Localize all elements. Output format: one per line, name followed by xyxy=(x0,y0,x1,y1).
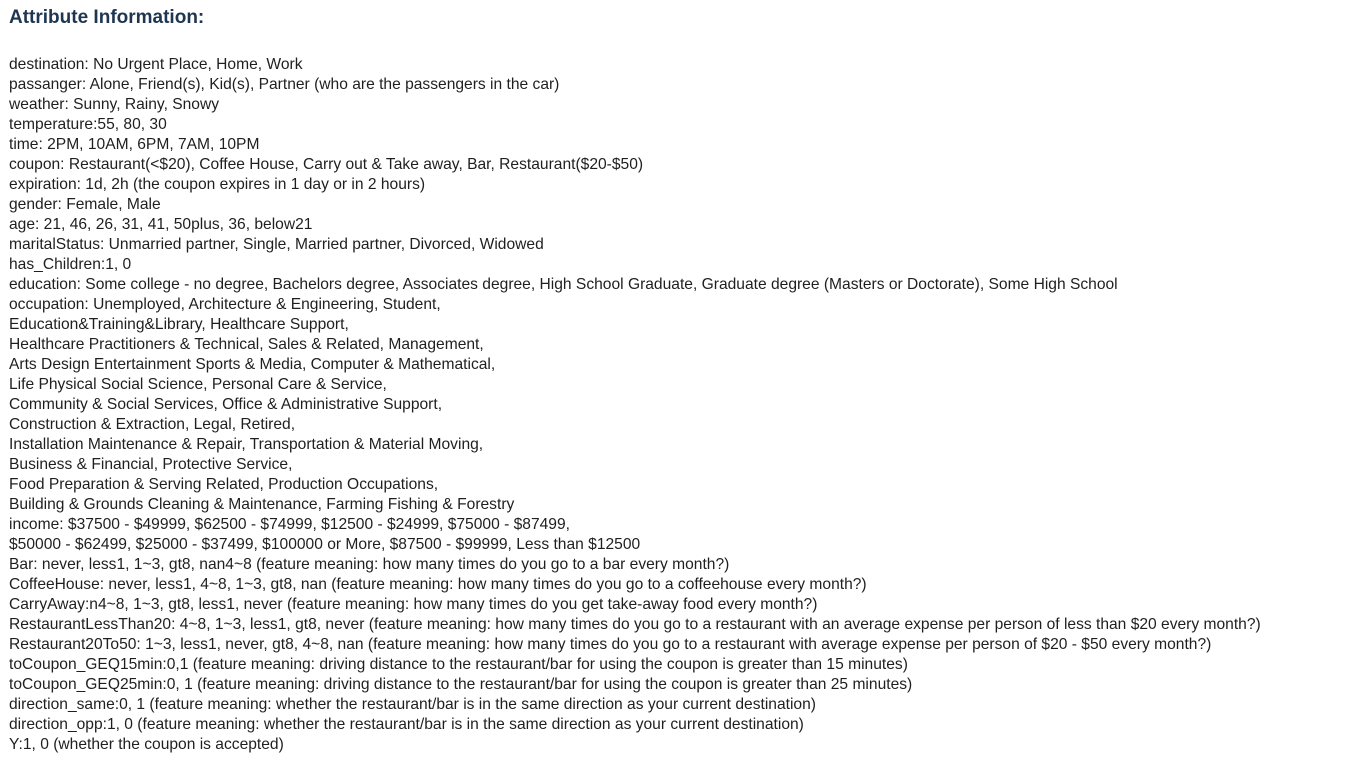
attribute-line: direction_opp:1, 0 (feature meaning: whe… xyxy=(9,716,804,733)
attribute-line: gender: Female, Male xyxy=(9,196,161,213)
attribute-line: time: 2PM, 10AM, 6PM, 7AM, 10PM xyxy=(9,136,260,153)
attribute-line: weather: Sunny, Rainy, Snowy xyxy=(9,96,220,113)
attribute-line: Food Preparation & Serving Related, Prod… xyxy=(9,476,439,493)
attribute-line: Installation Maintenance & Repair, Trans… xyxy=(9,436,484,453)
attribute-line: toCoupon_GEQ25min:0, 1 (feature meaning:… xyxy=(9,676,913,693)
attribute-line: passanger: Alone, Friend(s), Kid(s), Par… xyxy=(9,76,560,93)
attribute-line: toCoupon_GEQ15min:0,1 (feature meaning: … xyxy=(9,656,908,673)
attribute-line: RestaurantLessThan20: 4~8, 1~3, less1, g… xyxy=(9,616,1261,633)
attribute-line: Community & Social Services, Office & Ad… xyxy=(9,396,443,413)
attribute-line: Life Physical Social Science, Personal C… xyxy=(9,376,387,393)
attribute-line: expiration: 1d, 2h (the coupon expires i… xyxy=(9,176,426,193)
attribute-information-section: Attribute Information: destination: No U… xyxy=(9,6,1370,755)
attribute-line: CarryAway:n4~8, 1~3, gt8, less1, never (… xyxy=(9,596,818,613)
attribute-line: temperature:55, 80, 30 xyxy=(9,116,167,133)
attribute-line: education: Some college - no degree, Bac… xyxy=(9,276,1118,293)
attribute-line: maritalStatus: Unmarried partner, Single… xyxy=(9,236,544,253)
attribute-line: coupon: Restaurant(<$20), Coffee House, … xyxy=(9,156,644,173)
attribute-line: Healthcare Practitioners & Technical, Sa… xyxy=(9,336,484,353)
attribute-line: Education&Training&Library, Healthcare S… xyxy=(9,316,349,333)
attribute-list: destination: No Urgent Place, Home, Work… xyxy=(9,55,1370,755)
attribute-line: CoffeeHouse: never, less1, 4~8, 1~3, gt8… xyxy=(9,576,867,593)
attribute-line: Building & Grounds Cleaning & Maintenanc… xyxy=(9,496,515,513)
attribute-line: Construction & Extraction, Legal, Retire… xyxy=(9,416,296,433)
attribute-line: Restaurant20To50: 1~3, less1, never, gt8… xyxy=(9,636,1212,653)
attribute-line: destination: No Urgent Place, Home, Work xyxy=(9,56,303,73)
attribute-line: direction_same:0, 1 (feature meaning: wh… xyxy=(9,696,816,713)
attribute-line: occupation: Unemployed, Architecture & E… xyxy=(9,296,441,313)
attribute-line: Arts Design Entertainment Sports & Media… xyxy=(9,356,496,373)
section-heading: Attribute Information: xyxy=(9,7,205,28)
attribute-line: age: 21, 46, 26, 31, 41, 50plus, 36, bel… xyxy=(9,216,313,233)
attribute-line: income: $37500 - $49999, $62500 - $74999… xyxy=(9,516,570,533)
attribute-line: has_Children:1, 0 xyxy=(9,256,132,273)
attribute-line: Y:1, 0 (whether the coupon is accepted) xyxy=(9,736,284,753)
attribute-line: Bar: never, less1, 1~3, gt8, nan4~8 (fea… xyxy=(9,556,730,573)
attribute-line: Business & Financial, Protective Service… xyxy=(9,456,293,473)
attribute-line: $50000 - $62499, $25000 - $37499, $10000… xyxy=(9,536,641,553)
